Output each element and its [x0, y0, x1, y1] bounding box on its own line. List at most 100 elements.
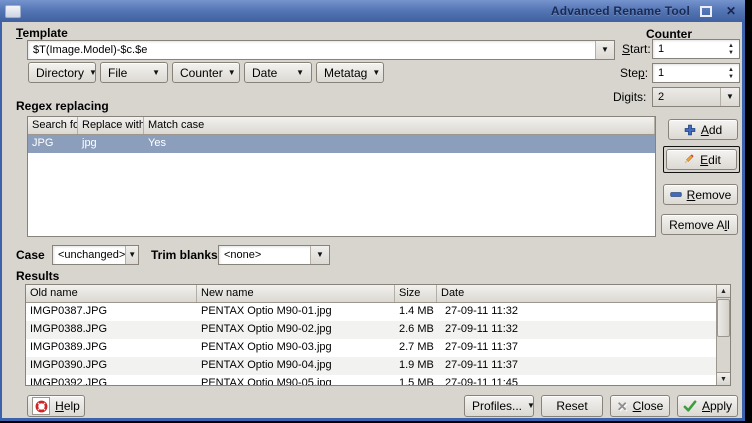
template-label: Template	[16, 26, 68, 40]
reset-button-label: Reset	[556, 399, 587, 413]
column-header-match-case[interactable]: Match case	[144, 117, 655, 134]
edit-button-focus-ring: Edit	[663, 146, 740, 173]
new-name-cell: PENTAX Optio M90-02.jpg	[197, 321, 395, 339]
digits-dropdown-button[interactable]: ▼	[720, 88, 739, 106]
scroll-up-icon: ▲	[720, 288, 727, 295]
add-button[interactable]: Add	[668, 119, 738, 140]
size-cell: 2.6 MB	[395, 321, 437, 339]
apply-button-label: Apply	[702, 399, 732, 413]
apply-button[interactable]: Apply	[677, 395, 738, 417]
chevron-down-icon: ▼	[152, 69, 160, 77]
spin-down-icon: ▼	[728, 50, 734, 56]
result-row[interactable]: IMGP0388.JPG PENTAX Optio M90-02.jpg 2.6…	[26, 321, 716, 339]
old-name-cell: IMGP0389.JPG	[26, 339, 197, 357]
remove-all-button[interactable]: Remove All	[661, 214, 738, 235]
help-button[interactable]: Help	[27, 395, 85, 417]
reset-button[interactable]: Reset	[541, 395, 603, 417]
remove-all-button-label: Remove All	[669, 218, 730, 232]
results-table-body: Old name New name Size Date IMGP0387.JPG…	[26, 285, 716, 385]
close-icon: ✕	[726, 5, 736, 17]
column-header-replace-with[interactable]: Replace with	[78, 117, 144, 134]
template-input[interactable]	[33, 44, 595, 56]
old-name-cell: IMGP0387.JPG	[26, 303, 197, 321]
trim-blanks-dropdown-button[interactable]: ▼	[310, 246, 329, 264]
template-combobox[interactable]: ▼	[27, 40, 615, 60]
case-value: <unchanged>	[58, 249, 125, 261]
size-cell: 1.5 MB	[395, 375, 437, 386]
size-cell: 2.7 MB	[395, 339, 437, 357]
counter-menu-label: Counter	[180, 66, 223, 80]
chevron-down-icon: ▼	[316, 251, 324, 259]
column-header-date[interactable]: Date	[437, 285, 716, 302]
regex-table-header: Search for Replace with Match case	[28, 117, 655, 135]
close-button[interactable]: ✕ Close	[610, 395, 670, 417]
counter-step-spin-buttons[interactable]: ▲ ▼	[723, 67, 739, 80]
file-menu-label: File	[108, 66, 127, 80]
trim-blanks-label: Trim blanks	[151, 248, 218, 262]
case-combobox[interactable]: <unchanged> ▼	[52, 245, 139, 265]
trim-blanks-combobox[interactable]: <none> ▼	[218, 245, 330, 265]
desktop-background: Advanced Rename Tool ✕ Template ▼ Counte…	[0, 0, 752, 423]
edit-button[interactable]: Edit	[666, 149, 737, 170]
directory-menu-button[interactable]: Directory ▼	[28, 62, 96, 83]
spin-down-icon: ▼	[728, 74, 734, 80]
result-row[interactable]: IMGP0390.JPG PENTAX Optio M90-04.jpg 1.9…	[26, 357, 716, 375]
window-menu-icon[interactable]	[5, 5, 21, 18]
results-section-label: Results	[16, 269, 59, 283]
date-menu-button[interactable]: Date ▼	[244, 62, 312, 83]
spin-up-icon: ▲	[728, 43, 734, 49]
new-name-cell: PENTAX Optio M90-04.jpg	[197, 357, 395, 375]
profiles-menu-button[interactable]: Profiles... ▼	[464, 395, 534, 417]
case-label: Case	[16, 248, 45, 262]
size-cell: 1.4 MB	[395, 303, 437, 321]
column-header-old-name[interactable]: Old name	[26, 285, 197, 302]
date-menu-label: Date	[252, 66, 277, 80]
profiles-button-label: Profiles...	[472, 399, 522, 413]
case-dropdown-button[interactable]: ▼	[125, 246, 138, 264]
scrollbar-thumb[interactable]	[717, 299, 730, 337]
scroll-up-button[interactable]: ▲	[717, 285, 730, 298]
counter-menu-button[interactable]: Counter ▼	[172, 62, 240, 83]
remove-button-label: Remove	[687, 188, 732, 202]
chevron-down-icon: ▼	[128, 251, 136, 259]
regex-rules-table[interactable]: Search for Replace with Match case JPG j…	[27, 116, 656, 237]
chevron-down-icon: ▼	[726, 93, 734, 101]
counter-digits-combobox[interactable]: 2 ▼	[652, 87, 740, 107]
metatag-menu-button[interactable]: Metatag ▼	[316, 62, 384, 83]
column-header-size[interactable]: Size	[395, 285, 437, 302]
file-menu-button[interactable]: File ▼	[100, 62, 168, 83]
chevron-down-icon: ▼	[527, 402, 535, 410]
pencil-icon	[682, 153, 695, 166]
edit-button-label: Edit	[700, 153, 721, 167]
maximize-button[interactable]	[697, 3, 715, 19]
results-vertical-scrollbar[interactable]: ▲ ▼	[716, 285, 730, 385]
checkmark-icon	[683, 400, 697, 412]
titlebar[interactable]: Advanced Rename Tool ✕	[0, 0, 745, 22]
result-row[interactable]: IMGP0389.JPG PENTAX Optio M90-03.jpg 2.7…	[26, 339, 716, 357]
column-header-search-for[interactable]: Search for	[28, 117, 78, 134]
scroll-down-button[interactable]: ▼	[717, 372, 730, 385]
new-name-cell: PENTAX Optio M90-05.jpg	[197, 375, 395, 386]
trim-blanks-value: <none>	[224, 249, 261, 261]
counter-start-spinbox[interactable]: 1 ▲ ▼	[652, 39, 740, 59]
regex-section-label: Regex replacing	[16, 99, 109, 113]
counter-start-spin-buttons[interactable]: ▲ ▼	[723, 43, 739, 56]
column-header-new-name[interactable]: New name	[197, 285, 395, 302]
window-title: Advanced Rename Tool	[551, 4, 690, 18]
results-table-header: Old name New name Size Date	[26, 285, 716, 303]
date-cell: 27-09-11 11:37	[437, 357, 716, 375]
chevron-down-icon: ▼	[601, 46, 609, 54]
advanced-rename-tool-window: Advanced Rename Tool ✕ Template ▼ Counte…	[0, 0, 745, 421]
maximize-icon	[700, 6, 712, 17]
result-row[interactable]: IMGP0392.JPG PENTAX Optio M90-05.jpg 1.5…	[26, 375, 716, 386]
result-row[interactable]: IMGP0387.JPG PENTAX Optio M90-01.jpg 1.4…	[26, 303, 716, 321]
counter-digits-value: 2	[658, 91, 664, 103]
remove-button[interactable]: Remove	[663, 184, 738, 205]
regex-rule-row[interactable]: JPG jpg Yes	[28, 135, 655, 153]
counter-step-spinbox[interactable]: 1 ▲ ▼	[652, 63, 740, 83]
date-cell: 27-09-11 11:32	[437, 321, 716, 339]
results-table[interactable]: Old name New name Size Date IMGP0387.JPG…	[25, 284, 731, 386]
chevron-down-icon: ▼	[228, 69, 236, 77]
template-dropdown-button[interactable]: ▼	[595, 41, 614, 59]
close-window-button[interactable]: ✕	[722, 3, 740, 19]
